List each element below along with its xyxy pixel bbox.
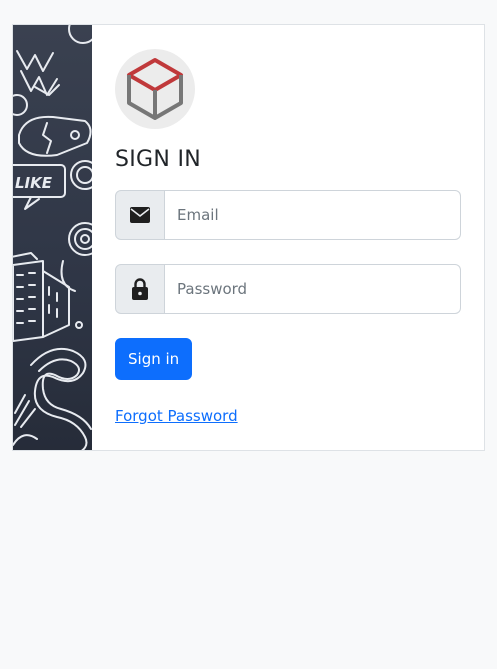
login-form-area: SIGN IN Sign in Forgot Password	[92, 25, 484, 450]
like-doodle-text: LIKE	[15, 174, 53, 192]
lock-icon	[132, 278, 148, 300]
email-input-group	[115, 190, 461, 240]
cube-icon	[127, 58, 183, 120]
decorative-doodle-panel: LIKE	[13, 25, 92, 450]
envelope-icon	[130, 207, 150, 223]
email-field[interactable]	[165, 190, 461, 240]
password-field[interactable]	[165, 264, 461, 314]
page-title: SIGN IN	[115, 147, 201, 172]
sign-in-button[interactable]: Sign in	[115, 338, 193, 380]
forgot-password-link[interactable]: Forgot Password	[115, 407, 238, 425]
cube-logo	[115, 49, 195, 129]
password-input-group	[115, 264, 461, 314]
email-addon	[115, 190, 165, 240]
password-addon	[115, 264, 165, 314]
login-card: LIKE SIGN IN Email Sign in Forgot Passwo…	[12, 24, 485, 451]
